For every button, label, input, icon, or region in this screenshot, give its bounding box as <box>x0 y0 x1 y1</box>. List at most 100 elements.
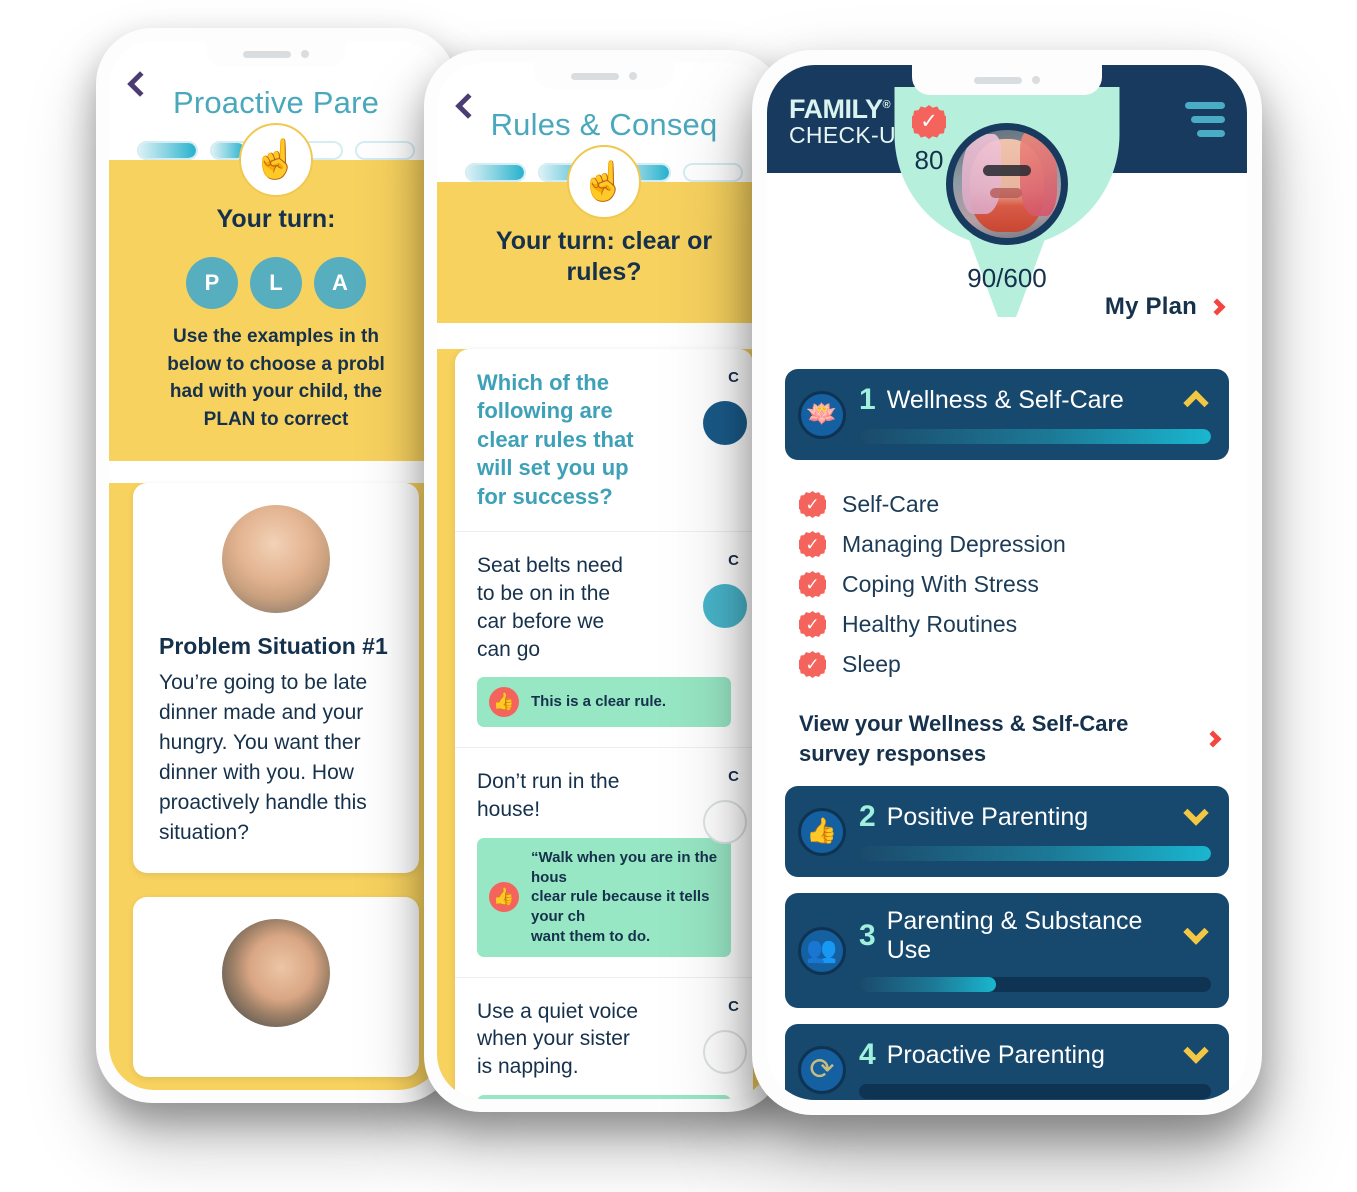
quiz-option-row[interactable]: C Don’t run in the house! 👍 “Walk when you … <box>455 748 753 978</box>
quiz-feedback: 👍 “Walk when you are in the hous clear ru… <box>477 837 731 957</box>
quiz-option-text: Seat belts need to be on in the car befo… <box>477 554 623 661</box>
topic-label: Healthy Routines <box>842 611 1018 637</box>
my-plan-link[interactable]: My Plan <box>1104 293 1226 321</box>
section-progress-bar <box>859 977 1211 993</box>
situation-card-1[interactable]: Problem Situation #1 You’re going to be … <box>133 483 419 874</box>
trademark-symbol: ® <box>882 98 891 111</box>
quiz-question: Which of the following are clear rules t… <box>477 369 634 509</box>
section-number: 3 <box>859 919 876 953</box>
quiz-feedback-text: “Walk when you are in the hous clear rul… <box>531 848 718 945</box>
turn-banner-left: ☝ Your turn: PLA Use the examples in th … <box>109 123 443 462</box>
section-topic-list: ✓ Self-Care ✓ Managing Depression ✓ Coping Wi… <box>785 472 1229 695</box>
topic-check-icon: ✓ <box>799 611 826 638</box>
topic-label: Self-Care <box>842 491 940 517</box>
progress-pill-fill <box>139 143 196 158</box>
chevron-right-icon <box>1208 298 1226 316</box>
speaker-grill <box>243 50 291 58</box>
logo-line-1: FAMILY® <box>789 93 891 124</box>
topic-row[interactable]: ✓ Managing Depression <box>799 531 1219 558</box>
section-progress-bar <box>859 1084 1211 1100</box>
my-plan-label: My Plan <box>1104 293 1197 320</box>
chevron-down-icon[interactable] <box>1183 919 1209 946</box>
open-circle-icon[interactable] <box>703 800 747 845</box>
section-progress-bar <box>859 846 1211 862</box>
quiz-options-list: C Seat belts need to be on in the car bef… <box>455 532 753 1099</box>
avatar[interactable] <box>946 123 1068 245</box>
section-progress-bar <box>859 429 1211 444</box>
tap-hand-icon: ☝ <box>239 123 313 197</box>
progress-pill-4 <box>354 141 415 160</box>
thumbs-up-icon: 👍 <box>798 807 846 856</box>
phone-left-screen: Proactive Pare ☝ Your turn: PLA Use the … <box>109 41 443 1090</box>
topic-row[interactable]: ✓ Self-Care <box>799 491 1219 518</box>
hamburger-bar-2 <box>1191 115 1225 123</box>
chevron-right-icon <box>1204 730 1222 748</box>
quiz-option-row[interactable]: C Use a quiet voice when your sister is n… <box>455 978 753 1099</box>
column-header-label: C <box>728 997 739 1015</box>
verified-check-badge-icon: ✓ <box>912 105 946 139</box>
open-circle-icon[interactable] <box>703 1029 747 1074</box>
quiz-question-row: C Which of the following are clear rules… <box>455 349 753 533</box>
section-header: 1 Wellness & Self-Care <box>859 383 1211 417</box>
front-camera <box>301 50 309 58</box>
topic-check-icon: ✓ <box>799 651 826 678</box>
section-header: 4 Proactive Parenting <box>859 1038 1211 1072</box>
section-header: 2 Positive Parenting <box>859 800 1211 834</box>
topic-row[interactable]: ✓ Sleep <box>799 651 1219 678</box>
situation-body: You’re going to be late dinner made and … <box>159 671 368 844</box>
column-header-label: C <box>728 552 739 570</box>
chevron-down-icon[interactable] <box>1183 800 1209 827</box>
child-photo-yelling <box>222 919 330 1028</box>
topic-check-icon: ✓ <box>799 531 826 558</box>
survey-responses-link[interactable]: View your Wellness & Self-Care survey re… <box>785 695 1229 786</box>
notch-left <box>206 41 346 67</box>
plan-section-3[interactable]: 👥 3 Parenting & Substance Use <box>785 893 1229 1009</box>
tap-hand-icon: ☝ <box>567 145 641 219</box>
screenshot-stage: Proactive Pare ☝ Your turn: PLA Use the … <box>0 0 1357 1192</box>
topic-label: Coping With Stress <box>842 571 1039 597</box>
phone-middle-rules-consequences: Rules & Conseq ☝ Your turn: clear or rul… <box>424 50 784 1112</box>
plan-section-2[interactable]: 👍 2 Positive Parenting <box>785 786 1229 878</box>
plan-sections-list: 🪷 1 Wellness & Self-Care ✓ Self-Care ✓ Managin… <box>767 369 1247 1100</box>
topic-row[interactable]: ✓ Healthy Routines <box>799 611 1219 638</box>
situation-card-area: Problem Situation #1 You’re going to be … <box>109 483 443 1090</box>
chevron-up-icon[interactable] <box>1183 390 1209 416</box>
turn-heading: Your turn: <box>216 205 336 233</box>
section-title: Positive Parenting <box>886 802 1089 831</box>
teal-circle-icon[interactable] <box>703 584 747 629</box>
plan-section-1[interactable]: 🪷 1 Wellness & Self-Care <box>785 369 1229 460</box>
plan-section-4[interactable]: ⟳ 4 Proactive Parenting <box>785 1024 1229 1100</box>
page-title: Proactive Pare <box>172 85 380 120</box>
section-title: Proactive Parenting <box>886 1040 1105 1069</box>
progress-pill-1 <box>137 141 198 160</box>
chevron-down-icon[interactable] <box>1183 1038 1209 1065</box>
survey-responses-label: View your Wellness & Self-Care survey re… <box>799 711 1129 766</box>
lotus-flower-icon: 🪷 <box>798 390 846 439</box>
topic-row[interactable]: ✓ Coping With Stress <box>799 571 1219 598</box>
section-progress-fill <box>859 977 997 993</box>
topic-check-icon: ✓ <box>799 491 826 518</box>
phone-left-proactive-parenting: Proactive Pare ☝ Your turn: PLA Use the … <box>96 28 456 1103</box>
logo-line-2: CHECK-UP <box>789 121 912 148</box>
section-number: 4 <box>859 1038 876 1072</box>
quiz-feedback: 👍 This is a clear rule. <box>477 677 731 728</box>
situation-card-2[interactable] <box>133 897 419 1078</box>
quiz-feedback: !This is a clear rule. <box>477 1094 731 1099</box>
phone-front-screen: FAMILY® CHECK-UP ✓ 80 90/600 My Plan 🪷 1… <box>767 65 1247 1100</box>
hamburger-menu-icon[interactable] <box>1185 101 1225 137</box>
thumbs-up-icon: 👍 <box>489 882 519 913</box>
hamburger-bar-1 <box>1185 101 1225 109</box>
topic-check-icon: ✓ <box>799 571 826 598</box>
child-photo-smiling <box>222 505 330 614</box>
quiz-area: C Which of the following are clear rules… <box>437 348 771 1099</box>
phone-front-my-plan: FAMILY® CHECK-UP ✓ 80 90/600 My Plan 🪷 1… <box>752 50 1262 1115</box>
quiz-option-row[interactable]: C Seat belts need to be on in the car bef… <box>455 532 753 749</box>
two-people-icon: 👥 <box>798 926 846 975</box>
plan-letter-p[interactable]: P <box>186 257 238 310</box>
page-title: Rules & Conseq <box>490 107 718 142</box>
section-header: 3 Parenting & Substance Use <box>859 907 1211 965</box>
plan-letter-a[interactable]: A <box>314 257 366 310</box>
notch-middle <box>534 63 674 89</box>
turn-banner-middle: ☝ Your turn: clear or rules? <box>437 145 771 323</box>
plan-letter-l[interactable]: L <box>250 257 302 310</box>
